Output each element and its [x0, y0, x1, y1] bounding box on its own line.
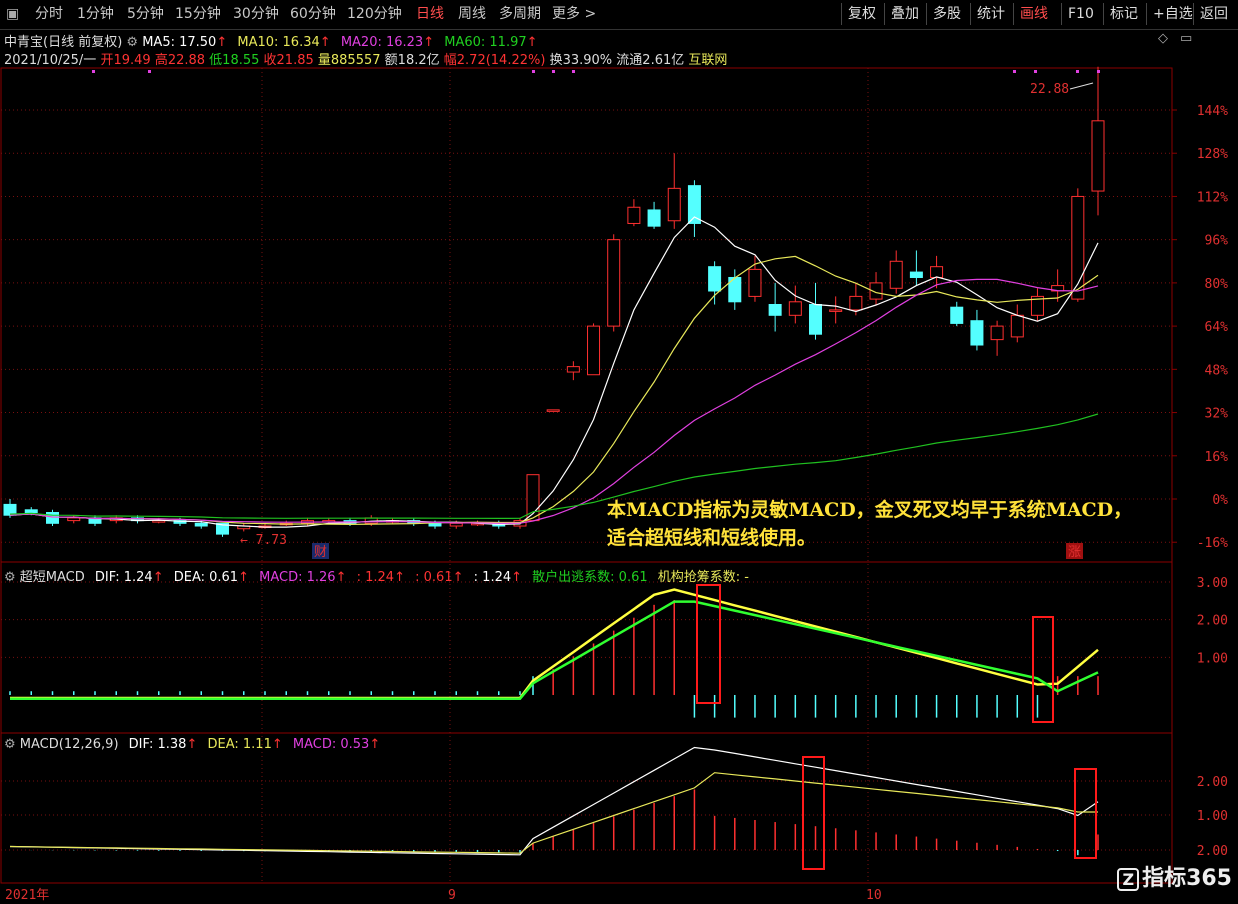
- candle-up: [566, 366, 580, 373]
- candle-up: [748, 268, 762, 297]
- p2-y-label-0: 2.00: [1197, 775, 1228, 790]
- y-axis-label-5: 64%: [1205, 320, 1229, 335]
- panel1-v1: : 1.24: [356, 570, 395, 585]
- candle-up: [449, 522, 463, 527]
- panel2-dif: DIF: 1.38: [128, 737, 187, 752]
- candle-down: [768, 304, 782, 316]
- p1-dif-line: [10, 588, 1099, 700]
- p2-highlight-box-2: [1074, 768, 1097, 859]
- ma5-line: [9, 216, 1099, 528]
- p2-dif-line: [9, 746, 1099, 856]
- p2-dea-line: [9, 772, 1098, 854]
- candle-down: [24, 509, 38, 514]
- watermark-text: 指标365: [1142, 866, 1232, 891]
- candle-down: [970, 320, 984, 346]
- y-axis-label-3: 96%: [1205, 234, 1229, 249]
- y-axis-label-0: 144%: [1197, 104, 1228, 119]
- x-axis-label-1: 9: [448, 888, 456, 903]
- candle-up: [889, 260, 903, 289]
- signal-dot: [1076, 70, 1079, 73]
- panel1-retail: 散户出逃系数: 0.61: [532, 570, 648, 585]
- candle-down: [194, 522, 208, 527]
- candle-up: [587, 325, 601, 376]
- panel2-dea: DEA: 1.11: [207, 737, 272, 752]
- candle-down: [809, 304, 822, 335]
- note-line-1: 本MACD指标为灵敏MACD，金叉死叉均早于系统MACD，: [607, 499, 1133, 521]
- candle-up: [1091, 120, 1105, 192]
- y-axis-label-10: -16%: [1197, 536, 1228, 551]
- y-axis-label-1: 128%: [1197, 147, 1228, 162]
- panel1-title: 超短MACD: [19, 570, 85, 585]
- y-axis-label-4: 80%: [1205, 277, 1229, 292]
- p1-dea-line: [10, 600, 1099, 701]
- p2-highlight-box-1: [802, 756, 825, 870]
- x-axis-label-0: 2021年: [5, 888, 49, 903]
- candle-up: [546, 409, 560, 412]
- candle-down: [647, 209, 661, 227]
- main-frame: [0, 67, 1173, 563]
- y-axis-label-9: 0%: [1212, 493, 1228, 508]
- high-price-label: 22.88: [1030, 82, 1069, 97]
- candle-down: [708, 266, 722, 292]
- signal-dot: [552, 70, 555, 73]
- candle-down: [428, 522, 442, 527]
- p2-y-label-2: 2.00: [1197, 844, 1228, 859]
- candle-up: [1010, 314, 1024, 338]
- y-axis-label-8: 16%: [1205, 450, 1229, 465]
- candle-up: [607, 239, 621, 327]
- p1-y-label-1: 2.00: [1197, 614, 1228, 629]
- y-axis-label-2: 112%: [1197, 190, 1228, 205]
- panel1-dea: DEA: 0.61: [173, 570, 239, 585]
- panel1-header: ⚙ 超短MACD DIF: 1.24↑ DEA: 0.61↑ MACD: 1.2…: [4, 570, 749, 585]
- signal-dot: [92, 70, 95, 73]
- p1-highlight-box-2: [1032, 616, 1054, 723]
- panel2-macd: MACD: 0.53: [292, 737, 370, 752]
- panel1-v3: : 1.24: [473, 570, 512, 585]
- y-axis-label-7: 32%: [1205, 407, 1229, 422]
- candle-up: [849, 295, 863, 311]
- candle-up: [627, 206, 641, 224]
- indicator-note: 本MACD指标为灵敏MACD，金叉死叉均早于系统MACD， 适合超短线和短线使用…: [607, 496, 1132, 552]
- low-price-label: ← 7.73: [240, 533, 287, 548]
- y-axis-label-6: 48%: [1205, 363, 1229, 378]
- candle-up: [990, 325, 1004, 341]
- ma10-line: [9, 255, 1099, 526]
- signal-dot: [1097, 70, 1100, 73]
- panel1-frame: [0, 561, 1173, 734]
- candle-up: [930, 266, 944, 278]
- candle-down: [909, 271, 923, 278]
- p1-y-label-0: 3.00: [1197, 576, 1228, 591]
- note-line-2: 适合超短线和短线使用。: [607, 527, 817, 549]
- watermark: Z 指标365: [1117, 860, 1232, 892]
- signal-dot: [532, 70, 535, 73]
- signal-dot: [148, 70, 151, 73]
- ma20-line: [9, 278, 1099, 524]
- p2-y-label-1: 1.00: [1197, 809, 1228, 824]
- panel1-inst: 机构抢筹系数: -: [657, 570, 749, 585]
- panel1-dif: DIF: 1.24: [94, 570, 153, 585]
- candle-up: [788, 301, 802, 316]
- p1-y-label-2: 1.00: [1197, 651, 1228, 666]
- kline-chart[interactable]: 144% 128% 112% 96% 80% 64% 48% 32% 16% 0% -16% 22.8…: [0, 0, 1238, 904]
- badge-cai: 财: [314, 545, 327, 560]
- candle-up: [829, 309, 843, 312]
- panel1-macd: MACD: 1.26: [259, 570, 336, 585]
- candle-down: [950, 306, 964, 324]
- panel2-settings-icon[interactable]: ⚙: [4, 737, 16, 752]
- signal-dot: [572, 70, 575, 73]
- watermark-logo-icon: Z: [1117, 868, 1140, 891]
- panel2-header: ⚙ MACD(12,26,9) DIF: 1.38↑ DEA: 1.11↑ MA…: [4, 737, 381, 752]
- candle-up: [67, 517, 81, 522]
- candle-up: [667, 187, 681, 222]
- panel1-v2: : 0.61: [415, 570, 453, 585]
- signal-dot: [1034, 70, 1037, 73]
- panel2-title: MACD(12,26,9): [19, 737, 119, 752]
- high-arrow: [1069, 82, 1094, 90]
- signal-dot: [1013, 70, 1016, 73]
- panel1-settings-icon[interactable]: ⚙: [4, 570, 16, 585]
- x-axis-label-2: 10: [866, 888, 882, 903]
- candle-down: [46, 512, 59, 524]
